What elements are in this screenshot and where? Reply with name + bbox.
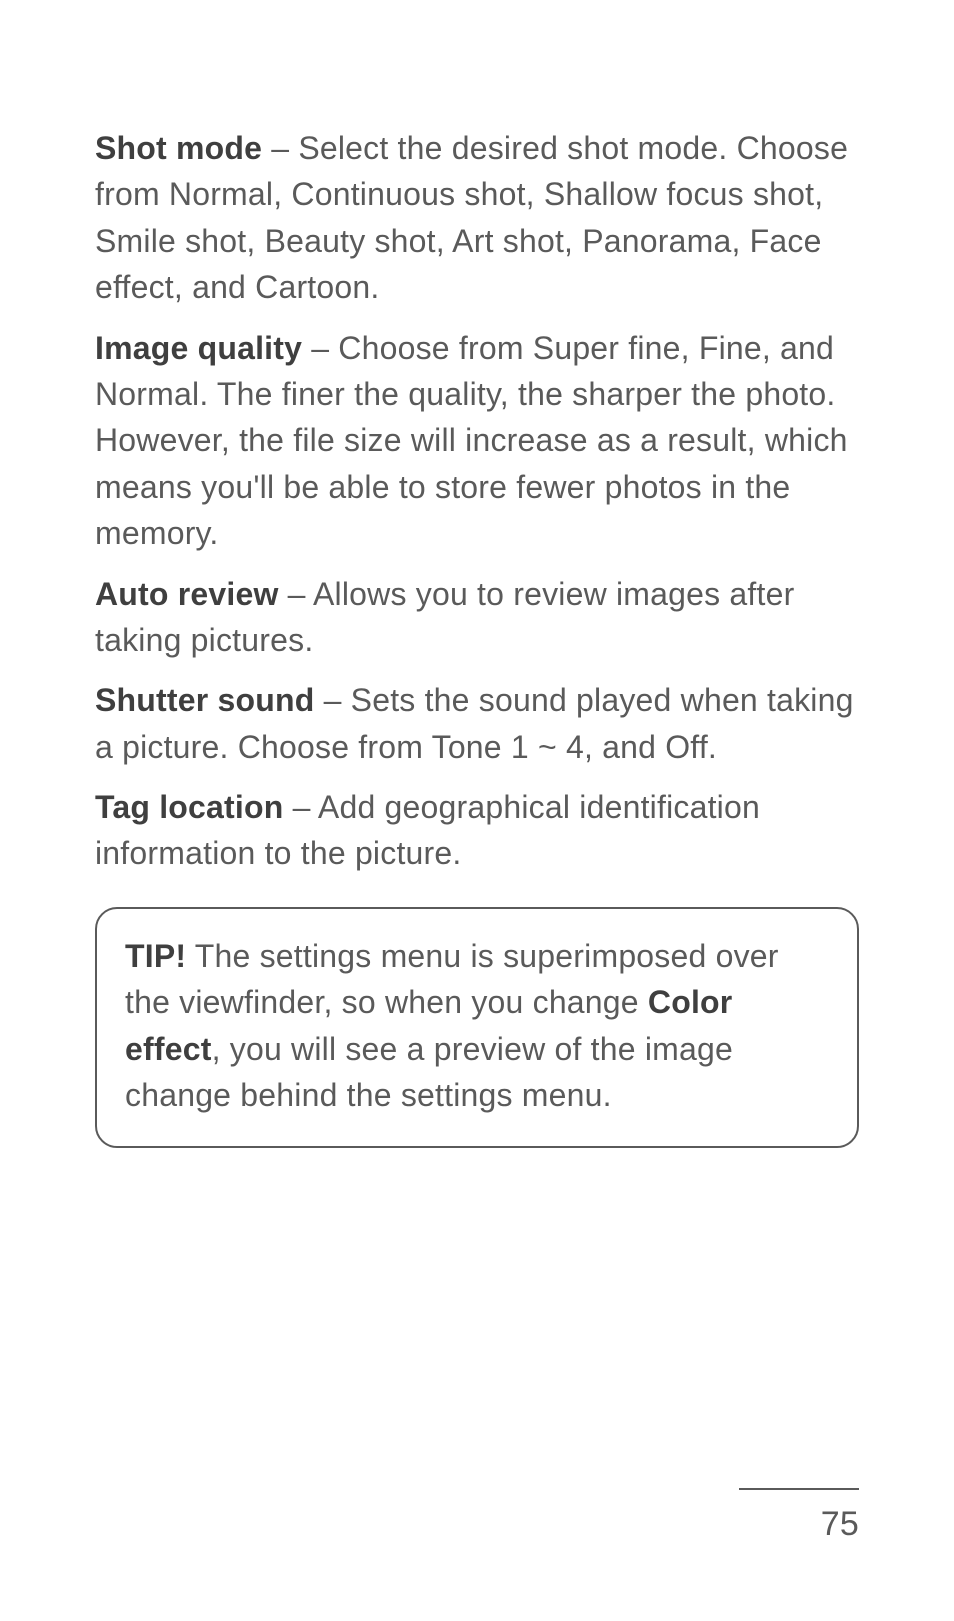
setting-title: Image quality <box>95 330 302 366</box>
tip-label: TIP! <box>125 938 186 974</box>
setting-tag-location: Tag location – Add geographical identifi… <box>95 784 859 877</box>
tip-text: TIP! The settings menu is superimposed o… <box>125 933 829 1119</box>
setting-title: Tag location <box>95 789 283 825</box>
setting-auto-review: Auto review – Allows you to review image… <box>95 571 859 664</box>
setting-sep: – <box>262 130 298 166</box>
setting-title: Shutter sound <box>95 682 314 718</box>
setting-shutter-sound: Shutter sound – Sets the sound played wh… <box>95 677 859 770</box>
setting-image-quality: Image quality – Choose from Super fine, … <box>95 325 859 557</box>
setting-title: Auto review <box>95 576 279 612</box>
setting-sep: – <box>314 682 350 718</box>
footer-rule <box>739 1488 859 1490</box>
setting-sep: – <box>279 576 313 612</box>
setting-sep: – <box>302 330 338 366</box>
page-footer: 75 <box>739 1488 859 1549</box>
setting-title: Shot mode <box>95 130 262 166</box>
setting-sep: – <box>283 789 317 825</box>
page-number: 75 <box>739 1500 859 1549</box>
manual-page: Shot mode – Select the desired shot mode… <box>0 0 954 1621</box>
tip-box: TIP! The settings menu is superimposed o… <box>95 907 859 1149</box>
setting-shot-mode: Shot mode – Select the desired shot mode… <box>95 125 859 311</box>
tip-after: , you will see a preview of the image ch… <box>125 1031 733 1113</box>
